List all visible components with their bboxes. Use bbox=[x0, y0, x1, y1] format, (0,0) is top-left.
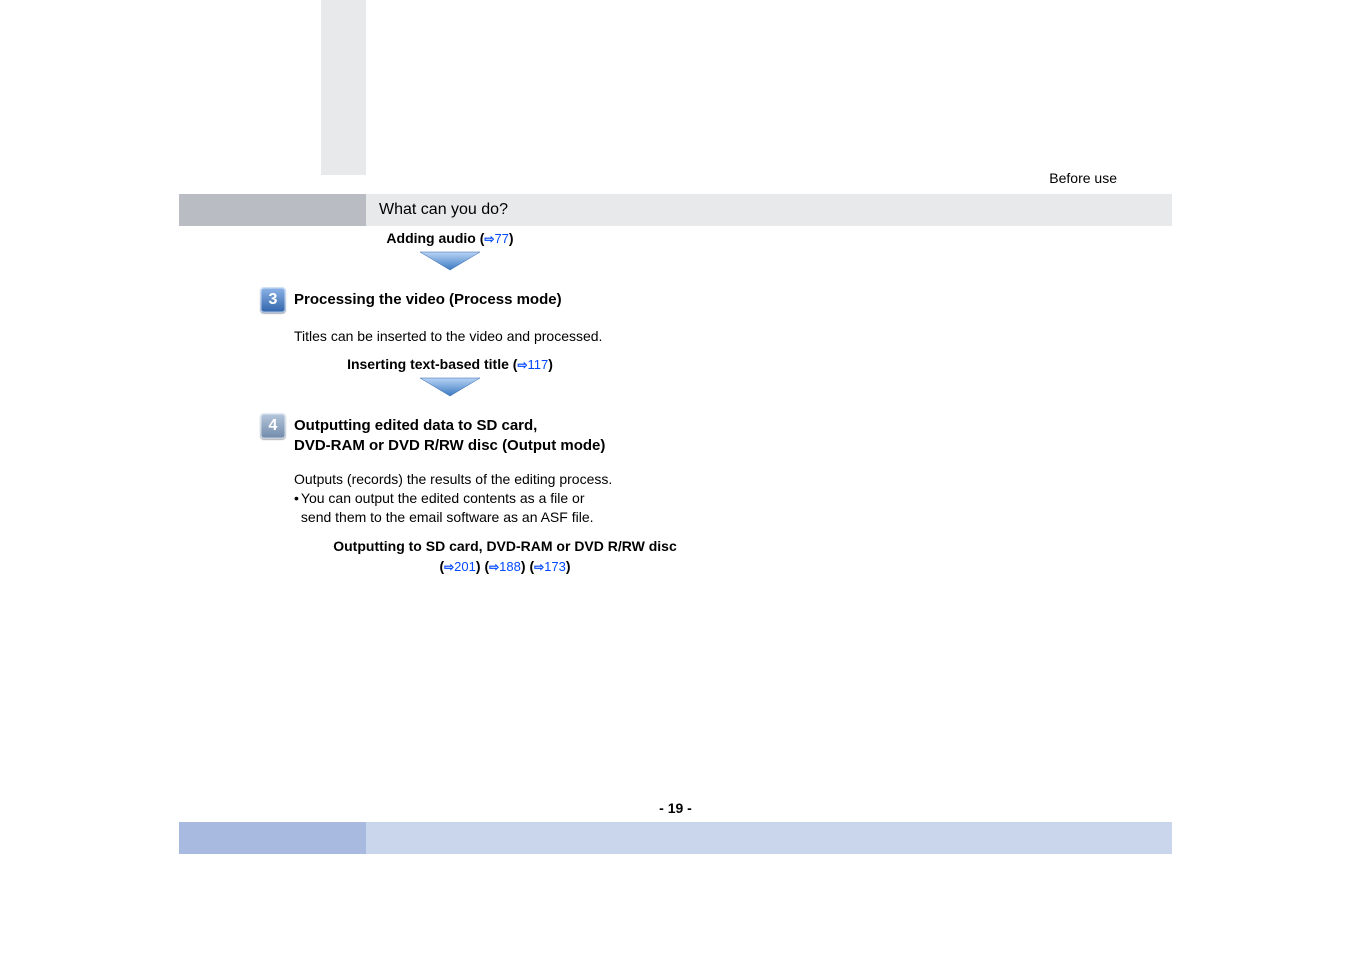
title-bar-accent bbox=[179, 194, 366, 226]
inserting-title-label: Inserting text-based title ( bbox=[347, 356, 517, 372]
flow-arrow-icon bbox=[260, 376, 640, 401]
link-arrow-icon: ⇨ bbox=[444, 560, 454, 574]
link-arrow-icon: ⇨ bbox=[484, 232, 494, 246]
flow-arrow-icon bbox=[260, 250, 640, 275]
page-173-link[interactable]: 173 bbox=[544, 559, 566, 574]
step-4-body: Outputs (records) the results of the edi… bbox=[260, 470, 760, 527]
link-arrow-icon: ⇨ bbox=[534, 560, 544, 574]
adding-audio-page-link[interactable]: 77 bbox=[494, 231, 508, 246]
page-201-link[interactable]: 201 bbox=[454, 559, 476, 574]
step-4-header: 4 Outputting edited data to SD card, DVD… bbox=[260, 413, 860, 457]
step-4-block: 4 Outputting edited data to SD card, DVD… bbox=[260, 413, 860, 527]
page-title: What can you do? bbox=[379, 201, 508, 219]
step-4-badge: 4 bbox=[260, 413, 286, 439]
title-bar: What can you do? bbox=[179, 194, 1172, 226]
output-links-pages: (⇨201) (⇨188) (⇨173) bbox=[260, 557, 750, 577]
step-4-body-l1: Outputs (records) the results of the edi… bbox=[294, 470, 760, 489]
inserting-title-link-line: Inserting text-based title (⇨117) bbox=[260, 356, 640, 372]
close-paren: ) bbox=[566, 558, 571, 574]
bullet-icon: • bbox=[294, 489, 299, 508]
step-3-body: Titles can be inserted to the video and … bbox=[260, 327, 760, 346]
step-4-title-l2: DVD-RAM or DVD R/RW disc (Output mode) bbox=[294, 437, 605, 454]
section-label: Before use bbox=[1049, 170, 1117, 186]
page-188-link[interactable]: 188 bbox=[499, 559, 521, 574]
step-3-header: 3 Processing the video (Process mode) bbox=[260, 287, 860, 313]
footer-bar bbox=[179, 822, 1172, 854]
step-4-bullet-l1: You can output the edited contents as a … bbox=[301, 490, 585, 506]
link-arrow-icon: ⇨ bbox=[489, 560, 499, 574]
footer-bar-accent bbox=[179, 822, 366, 854]
output-links-block: Outputting to SD card, DVD-RAM or DVD R/… bbox=[260, 537, 750, 576]
link-arrow-icon: ⇨ bbox=[517, 358, 527, 372]
step-4-bullet-l2: send them to the email software as an AS… bbox=[301, 509, 594, 525]
side-strip bbox=[321, 0, 366, 175]
divider bbox=[260, 317, 660, 321]
adding-audio-link-line: Adding audio (⇨77) bbox=[260, 230, 640, 246]
step-3-block: 3 Processing the video (Process mode) Ti… bbox=[260, 287, 860, 346]
step-3-title: Processing the video (Process mode) bbox=[294, 287, 562, 310]
close-paren: ) bbox=[548, 356, 553, 372]
step-3-badge: 3 bbox=[260, 287, 286, 313]
content-area: Adding audio (⇨77) 3 Processing the vide… bbox=[260, 230, 860, 576]
page-number: - 19 - bbox=[0, 800, 1351, 816]
close-paren: ) bbox=[509, 230, 514, 246]
output-links-label: Outputting to SD card, DVD-RAM or DVD R/… bbox=[260, 537, 750, 557]
inserting-title-page-link[interactable]: 117 bbox=[528, 357, 549, 372]
adding-audio-label: Adding audio ( bbox=[386, 230, 484, 246]
step-4-title: Outputting edited data to SD card, DVD-R… bbox=[294, 413, 605, 457]
divider bbox=[260, 460, 660, 464]
step-4-title-l1: Outputting edited data to SD card, bbox=[294, 417, 537, 434]
